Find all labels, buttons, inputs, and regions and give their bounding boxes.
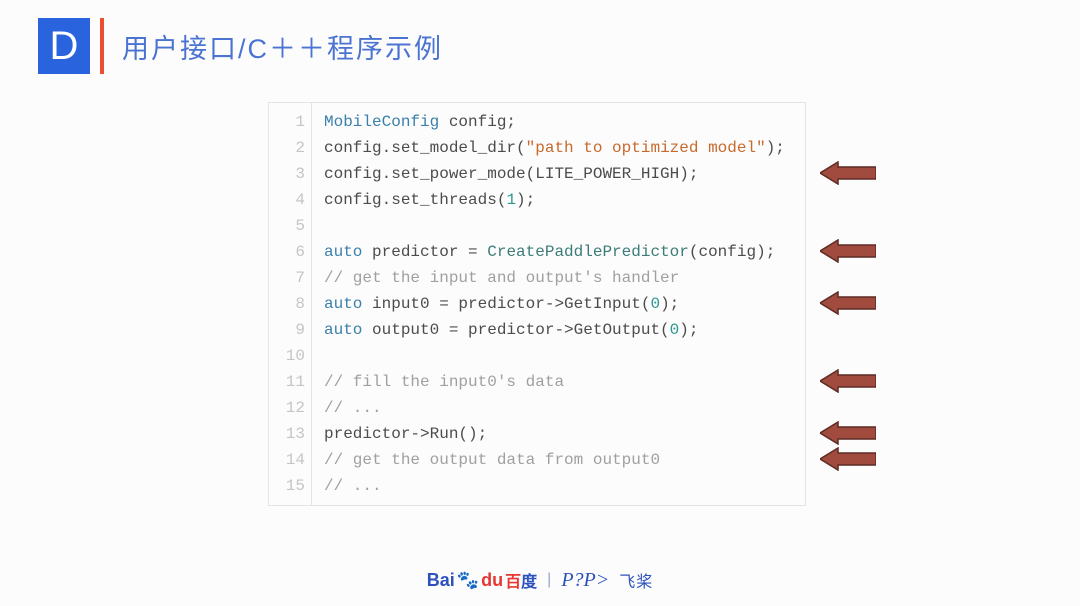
line-number: 14 [269, 447, 305, 473]
paddle-logo: P?P> [561, 569, 609, 592]
code-line: // ... [324, 473, 795, 499]
line-number: 6 [269, 239, 305, 265]
feijiang-text: 飞桨 [619, 568, 653, 592]
code-line [324, 213, 795, 239]
code-line [324, 343, 795, 369]
code-line: // get the output data from output0 [324, 447, 795, 473]
line-number: 4 [269, 187, 305, 213]
callout-arrow-icon [820, 239, 876, 259]
line-number: 10 [269, 343, 305, 369]
callout-arrow-icon [820, 369, 876, 389]
baidu-logo: Bai🐾du百度 [427, 568, 537, 592]
slide-header: D 用户接口/C＋＋程序示例 [38, 18, 443, 74]
line-number: 1 [269, 109, 305, 135]
code-block: 123456789101112131415 MobileConfig confi… [268, 102, 806, 506]
code-gutter: 123456789101112131415 [269, 103, 312, 505]
line-number: 15 [269, 473, 305, 499]
line-number: 13 [269, 421, 305, 447]
line-number: 8 [269, 291, 305, 317]
code-line: auto output0 = predictor->GetOutput(0); [324, 317, 795, 343]
footer-logos: Bai🐾du百度 | P?P> 飞桨 [427, 568, 654, 592]
code-line: // ... [324, 395, 795, 421]
callout-arrow-icon [820, 291, 876, 311]
baidu-cn2: 度 [521, 568, 537, 592]
baidu-lat2: du [481, 570, 503, 591]
code-line: // fill the input0's data [324, 369, 795, 395]
code-line: config.set_power_mode(LITE_POWER_HIGH); [324, 161, 795, 187]
line-number: 12 [269, 395, 305, 421]
baidu-lat1: Bai [427, 570, 455, 591]
line-number: 5 [269, 213, 305, 239]
callout-arrow-icon [820, 447, 876, 467]
code-line: auto predictor = CreatePaddlePredictor(c… [324, 239, 795, 265]
code-line: config.set_threads(1); [324, 187, 795, 213]
code-line: MobileConfig config; [324, 109, 795, 135]
line-number: 9 [269, 317, 305, 343]
line-number: 7 [269, 265, 305, 291]
line-number: 3 [269, 161, 305, 187]
code-line: config.set_model_dir("path to optimized … [324, 135, 795, 161]
code-line: predictor->Run(); [324, 421, 795, 447]
section-badge: D [38, 18, 90, 74]
accent-bar [100, 18, 104, 74]
code-body: MobileConfig config;config.set_model_dir… [312, 103, 805, 505]
line-number: 11 [269, 369, 305, 395]
callout-arrow-icon [820, 421, 876, 441]
separator-icon: | [547, 571, 551, 589]
code-line: auto input0 = predictor->GetInput(0); [324, 291, 795, 317]
baidu-cn1: 百 [505, 568, 521, 592]
callout-arrow-icon [820, 161, 876, 181]
line-number: 2 [269, 135, 305, 161]
paw-icon: 🐾 [457, 570, 479, 591]
slide-title: 用户接口/C＋＋程序示例 [122, 27, 443, 66]
code-line: // get the input and output's handler [324, 265, 795, 291]
